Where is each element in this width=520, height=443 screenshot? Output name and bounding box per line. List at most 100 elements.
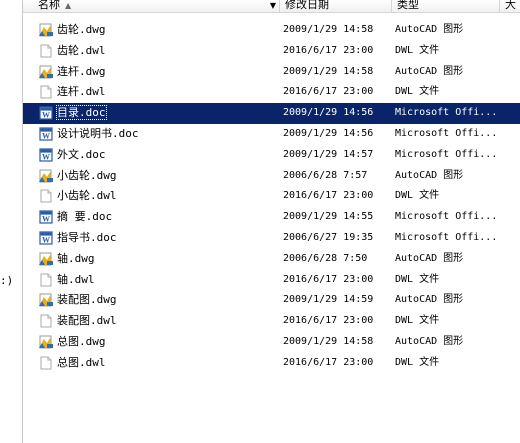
file-name-cell: 总图.dwl	[40, 353, 106, 374]
file-row[interactable]: 总图.dwl 2016/6/17 23:00 DWL 文件	[23, 353, 520, 374]
word-document-icon: W	[39, 127, 53, 141]
file-name-cell: 总图.dwg	[39, 332, 106, 353]
autocad-drawing-icon	[39, 23, 53, 37]
file-type: AutoCAD 图形	[395, 335, 464, 347]
svg-text:W: W	[42, 131, 50, 140]
file-row[interactable]: 齿轮.dwg 2009/1/29 14:58 AutoCAD 图形	[23, 20, 520, 41]
file-date: 2009/1/29 14:58	[283, 335, 374, 347]
file-type: Microsoft Offi...	[395, 211, 498, 223]
file-name-cell: 齿轮.dwl	[40, 41, 106, 62]
file-name: 小齿轮.dwl	[57, 189, 117, 203]
file-type: AutoCAD 图形	[395, 24, 464, 35]
blank-file-icon	[40, 314, 52, 328]
file-date: 2006/6/28 7:57	[283, 169, 368, 181]
file-row[interactable]: W 摘 要.doc 2009/1/29 14:55 Microsoft Offi...	[23, 207, 520, 228]
file-row[interactable]: 轴.dwg 2006/6/28 7:50 AutoCAD 图形	[23, 249, 520, 270]
file-date: 2006/6/27 19:35	[283, 231, 374, 243]
file-type: DWL 文件	[395, 190, 440, 202]
column-type-label: 类型	[397, 0, 419, 11]
file-row[interactable]: W 外文.doc 2009/1/29 14:57 Microsoft Offi...	[23, 145, 520, 166]
word-document-icon: W	[39, 210, 53, 224]
autocad-drawing-icon	[39, 293, 53, 307]
column-date-label: 修改日期	[285, 0, 329, 11]
column-size-label: 大	[505, 0, 516, 11]
file-row[interactable]: W 目录.doc 2009/1/29 14:56 Microsoft Offi...	[23, 103, 520, 124]
file-type: DWL 文件	[395, 356, 440, 368]
file-row[interactable]: W 指导书.doc 2006/6/27 19:35 Microsoft Offi...	[23, 228, 520, 249]
file-type: AutoCAD 图形	[395, 252, 464, 264]
file-name: 指导书.doc	[57, 230, 117, 244]
svg-text:W: W	[42, 111, 50, 120]
file-name: 装配图.dwg	[57, 293, 117, 307]
file-date: 2009/1/29 14:56	[283, 127, 374, 139]
file-name: 总图.dwg	[57, 334, 106, 348]
file-name-cell: W 摘 要.doc	[39, 207, 113, 228]
svg-text:W: W	[42, 215, 50, 224]
file-name: 齿轮.dwl	[57, 43, 106, 57]
column-header-type[interactable]: 类型	[392, 0, 500, 12]
file-name-cell: W 目录.doc	[39, 103, 107, 124]
file-name-cell: 轴.dwl	[40, 270, 95, 291]
file-name-cell: W 指导书.doc	[39, 228, 117, 249]
file-date: 2016/6/17 23:00	[283, 356, 374, 368]
file-row[interactable]: 小齿轮.dwl 2016/6/17 23:00 DWL 文件	[23, 186, 520, 207]
word-document-icon: W	[39, 148, 53, 162]
file-name: 齿轮.dwg	[57, 23, 106, 36]
file-name: 目录.doc	[56, 105, 107, 121]
file-type: Microsoft Offi...	[395, 148, 498, 160]
file-date: 2016/6/17 23:00	[283, 273, 374, 285]
word-document-icon: W	[39, 106, 53, 120]
file-name-cell: 轴.dwg	[39, 249, 95, 270]
file-row[interactable]: 轴.dwl 2016/6/17 23:00 DWL 文件	[23, 270, 520, 291]
column-name-label: 名称	[38, 0, 60, 11]
file-type: Microsoft Offi...	[395, 231, 498, 243]
file-name: 轴.dwg	[57, 251, 95, 265]
file-date: 2009/1/29 14:56	[283, 107, 374, 119]
column-header-size[interactable]: 大	[500, 0, 520, 12]
file-date: 2016/6/17 23:00	[283, 315, 374, 327]
file-row[interactable]: 装配图.dwg 2009/1/29 14:59 AutoCAD 图形	[23, 290, 520, 311]
file-type: Microsoft Offi...	[395, 127, 498, 139]
file-name: 外文.doc	[57, 147, 106, 161]
file-name: 连杆.dwg	[57, 64, 106, 78]
file-row[interactable]: 连杆.dwl 2016/6/17 23:00 DWL 文件	[23, 82, 520, 103]
file-row[interactable]: 齿轮.dwl 2016/6/17 23:00 DWL 文件	[23, 41, 520, 62]
file-row[interactable]: W 设计说明书.doc 2009/1/29 14:56 Microsoft Offi.…	[23, 124, 520, 145]
navigation-pane[interactable]: :)	[0, 0, 23, 443]
file-name: 小齿轮.dwg	[57, 168, 117, 182]
file-row[interactable]: 连杆.dwg 2009/1/29 14:58 AutoCAD 图形	[23, 62, 520, 83]
file-date: 2006/6/28 7:50	[283, 252, 368, 264]
file-type: DWL 文件	[395, 86, 440, 98]
file-name-cell: 齿轮.dwg	[39, 20, 106, 41]
file-date: 2016/6/17 23:00	[283, 190, 374, 202]
file-name-cell: 小齿轮.dwg	[39, 166, 117, 187]
file-type: AutoCAD 图形	[395, 294, 464, 306]
file-name: 设计说明书.doc	[57, 126, 139, 140]
column-header-date[interactable]: 修改日期	[280, 0, 392, 12]
word-document-icon: W	[39, 231, 53, 245]
autocad-drawing-icon	[39, 335, 53, 349]
blank-file-icon	[40, 44, 52, 58]
file-date: 2009/1/29 14:58	[283, 24, 374, 35]
file-type: DWL 文件	[395, 315, 440, 327]
nav-pane-text: :)	[0, 274, 14, 287]
file-name-cell: 小齿轮.dwl	[40, 186, 117, 207]
autocad-drawing-icon	[39, 252, 53, 266]
svg-text:W: W	[42, 235, 50, 244]
file-date: 2009/1/29 14:58	[283, 65, 374, 77]
file-name-cell: W 设计说明书.doc	[39, 124, 139, 145]
autocad-drawing-icon	[39, 65, 53, 79]
file-type: AutoCAD 图形	[395, 169, 464, 181]
chevron-down-icon[interactable]: ▼	[270, 0, 276, 12]
file-name: 摘 要.doc	[57, 210, 113, 224]
file-date: 2009/1/29 14:57	[283, 148, 374, 160]
autocad-drawing-icon	[39, 169, 53, 183]
file-row[interactable]: 总图.dwg 2009/1/29 14:58 AutoCAD 图形	[23, 332, 520, 353]
file-row[interactable]: 装配图.dwl 2016/6/17 23:00 DWL 文件	[23, 311, 520, 332]
file-row[interactable]: 小齿轮.dwg 2006/6/28 7:57 AutoCAD 图形	[23, 166, 520, 187]
file-name-cell: W 外文.doc	[39, 145, 106, 166]
file-date: 2016/6/17 23:00	[283, 86, 374, 98]
file-date: 2009/1/29 14:55	[283, 211, 374, 223]
file-name: 轴.dwl	[57, 272, 95, 286]
column-header-name[interactable]: 名称 ▲ ▼	[33, 0, 280, 12]
